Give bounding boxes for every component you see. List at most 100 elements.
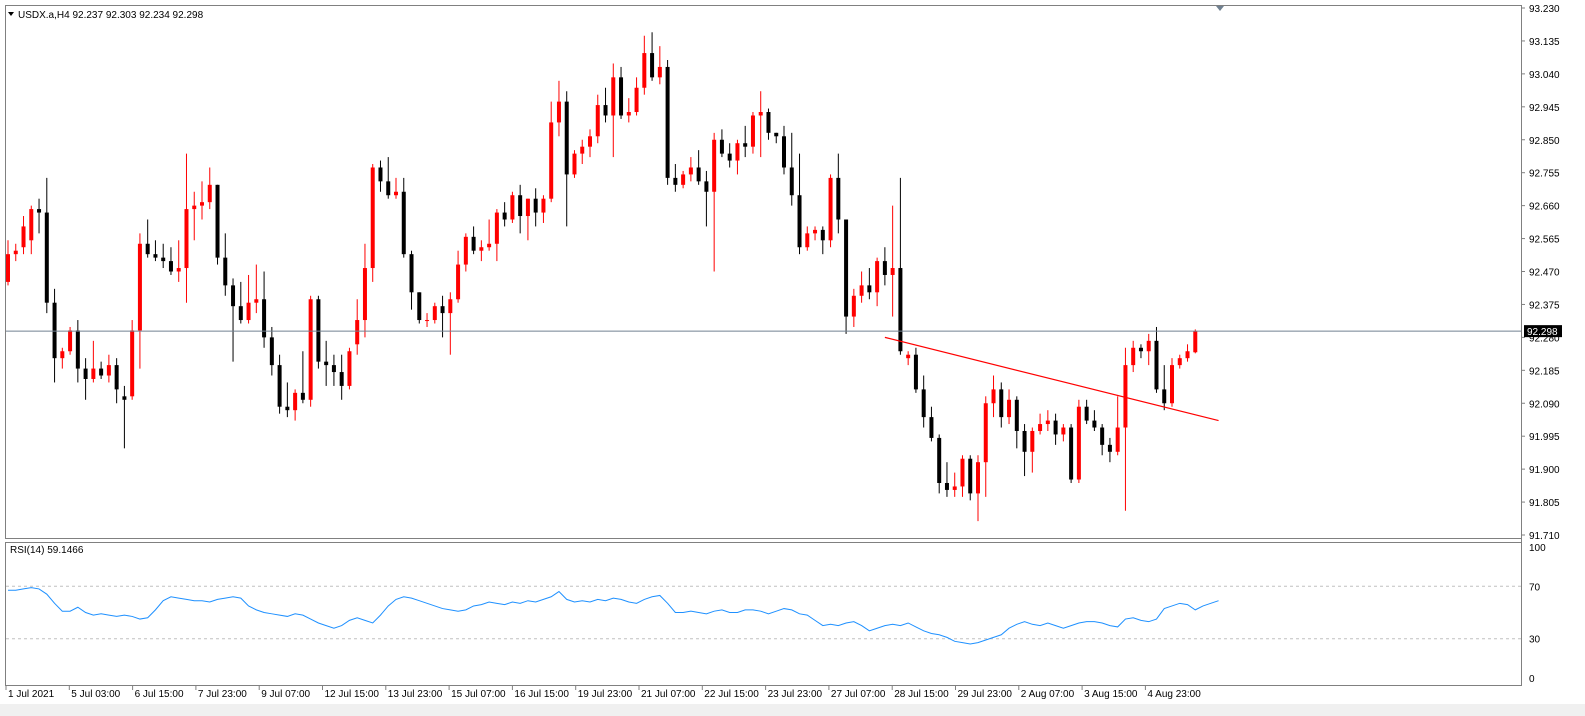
candle-body (1030, 430, 1035, 452)
candle-body (386, 181, 391, 196)
candle-body (952, 486, 957, 490)
candle-body (52, 302, 57, 359)
time-tick-label: 9 Jul 07:00 (261, 689, 310, 700)
candle-body (1115, 427, 1120, 452)
candle-body (906, 354, 911, 359)
price-tick-label: 92.565 (1529, 235, 1560, 246)
time-tick-label: 19 Jul 23:00 (578, 689, 633, 700)
candle-body (735, 143, 740, 161)
candle-body (425, 320, 430, 322)
time-tick-label: 2 Aug 07:00 (1021, 689, 1075, 700)
candle-body (836, 177, 841, 220)
candle-body (525, 198, 530, 217)
candle-body (626, 112, 631, 116)
price-tick-label: 92.850 (1529, 136, 1560, 147)
candle-body (176, 268, 181, 272)
price-tick-label: 92.945 (1529, 103, 1560, 114)
candle-body (440, 306, 445, 314)
candle-body (339, 372, 344, 386)
candle-body (634, 87, 639, 113)
candle-body (898, 268, 903, 352)
candle-body (758, 112, 763, 116)
candle-body (712, 139, 717, 192)
candle-body (650, 53, 655, 78)
candle-body (448, 299, 453, 314)
time-tick-label: 1 Jul 2021 (8, 689, 55, 700)
candle-body (215, 184, 220, 258)
rsi-tick-label: 30 (1529, 635, 1541, 646)
candle-body (991, 389, 996, 404)
candle-body (91, 368, 96, 379)
candle-body (1162, 389, 1167, 404)
candle-body (1154, 340, 1159, 390)
candle-body (921, 389, 926, 418)
candle-body (983, 403, 988, 463)
candle-body (642, 53, 647, 88)
candle-body (619, 77, 624, 116)
time-tick-label: 13 Jul 23:00 (388, 689, 443, 700)
price-tick-label: 91.710 (1529, 531, 1560, 542)
candle-body (719, 139, 724, 154)
price-tick-label: 92.185 (1529, 366, 1560, 377)
candle-body (254, 299, 259, 303)
candle-body (805, 233, 810, 248)
candle-body (704, 181, 709, 192)
candle-body (533, 198, 538, 213)
price-tick-label: 92.375 (1529, 300, 1560, 311)
candle-body (114, 365, 119, 390)
time-tick-label: 6 Jul 15:00 (135, 689, 184, 700)
candle-body (1038, 424, 1043, 431)
candle-body (192, 205, 197, 210)
price-tick-label: 91.805 (1529, 498, 1560, 509)
candle-body (223, 257, 228, 286)
candle-body (774, 132, 779, 137)
bottom-scroll-strip[interactable] (0, 704, 1585, 716)
candle-body (168, 261, 173, 272)
price-tick-label: 93.040 (1529, 70, 1560, 81)
candle-body (285, 406, 290, 411)
candle (1193, 329, 1198, 354)
candle-body (549, 122, 554, 199)
candle (316, 295, 321, 369)
price-tick-label: 91.900 (1529, 465, 1560, 476)
candle-body (960, 458, 965, 487)
price-tick-label: 93.135 (1529, 37, 1560, 48)
candle-body (913, 354, 918, 390)
candle-body (417, 292, 422, 321)
candle-body (929, 417, 934, 438)
candle-body (1061, 427, 1066, 435)
candle-body (1092, 420, 1097, 428)
candle-body (541, 198, 546, 213)
candle-body (851, 295, 856, 317)
candle-body (316, 299, 321, 362)
candle-body (44, 212, 49, 303)
candle-body (1045, 420, 1050, 425)
candle-body (29, 209, 34, 241)
time-tick-label: 15 Jul 07:00 (451, 689, 506, 700)
candle-body (394, 191, 398, 196)
candle (308, 295, 313, 407)
candle-body (207, 184, 212, 203)
candle-body (1069, 427, 1074, 480)
candle-body (572, 153, 577, 175)
candle (370, 164, 375, 282)
candle-body (890, 268, 895, 275)
candle-body (882, 261, 887, 275)
candle (665, 60, 670, 185)
candle-body (797, 195, 802, 248)
candle-body (789, 167, 794, 196)
trading-chart[interactable]: USDX.a,H4 92.237 92.303 92.234 92.298 93… (0, 0, 1585, 716)
candle (215, 184, 220, 265)
candle-body (1193, 331, 1198, 353)
candle-body (130, 330, 135, 397)
candle-body (727, 153, 732, 161)
candle (510, 191, 515, 223)
time-tick-label: 7 Jul 23:00 (198, 689, 247, 700)
candle-body (766, 112, 771, 133)
candle-body (300, 392, 305, 400)
candle-body (184, 209, 189, 269)
price-tick-label: 91.995 (1529, 432, 1560, 443)
time-tick-label: 22 Jul 15:00 (704, 689, 759, 700)
candle-body (968, 458, 973, 494)
time-tick-label: 5 Jul 03:00 (71, 689, 120, 700)
